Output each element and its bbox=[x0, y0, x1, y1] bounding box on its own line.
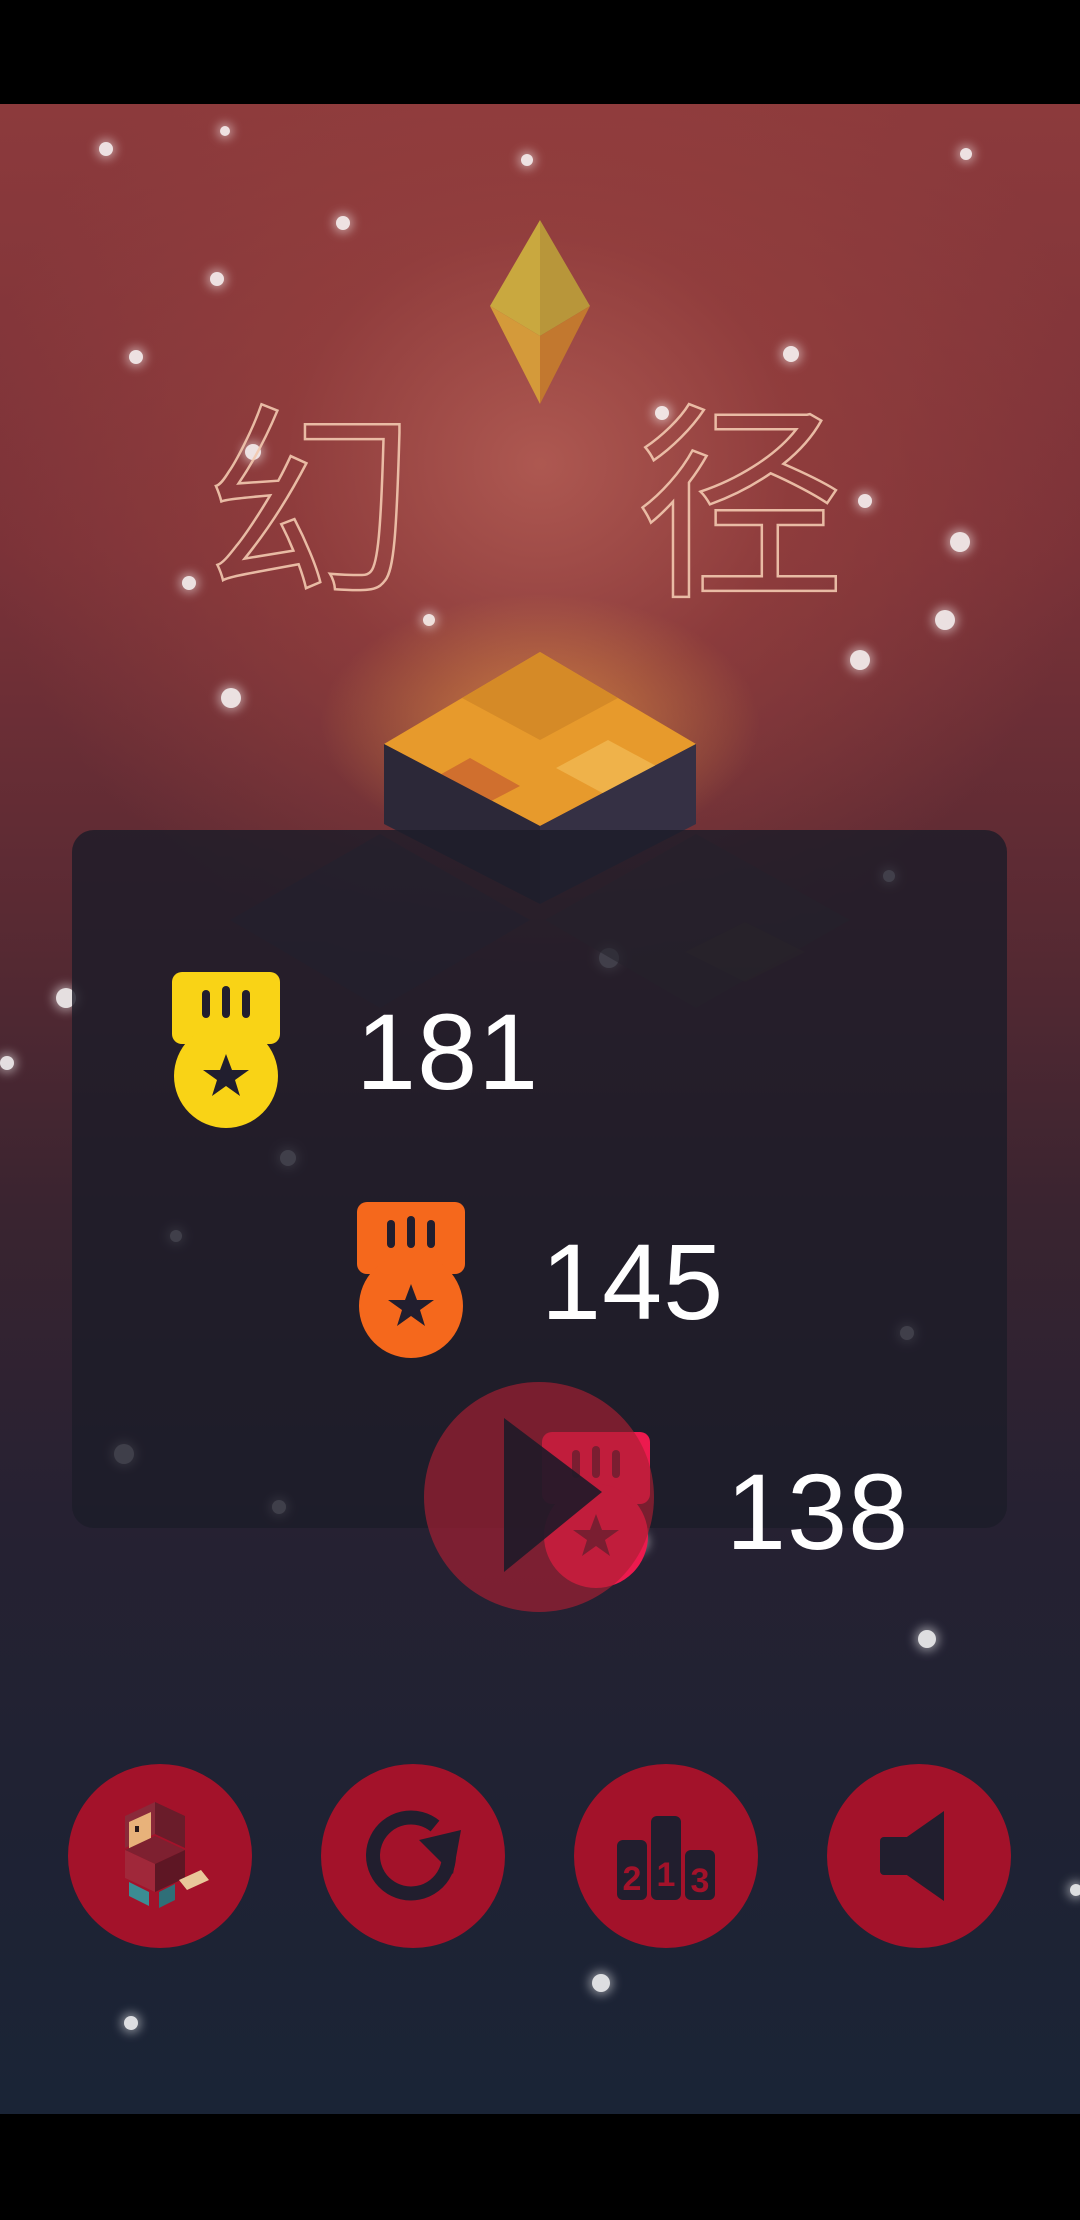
restart-button[interactable] bbox=[321, 1764, 505, 1948]
play-button[interactable] bbox=[424, 1382, 654, 1612]
snow-particle bbox=[124, 2016, 138, 2030]
score-row-silver: 145 bbox=[357, 1202, 724, 1362]
gold-score-value: 181 bbox=[356, 991, 540, 1112]
sound-button[interactable] bbox=[827, 1764, 1011, 1948]
leaderboard-digit-3: 3 bbox=[691, 1862, 710, 1900]
snow-particle bbox=[918, 1630, 936, 1648]
speaker-icon bbox=[880, 1811, 944, 1901]
silver-medal-icon bbox=[357, 1202, 465, 1358]
bronze-score-value: 138 bbox=[726, 1451, 910, 1572]
gold-medal-icon bbox=[172, 972, 280, 1128]
silver-score-value: 145 bbox=[541, 1221, 725, 1342]
snow-particle bbox=[592, 1974, 610, 1992]
leaderboard-button[interactable]: 2 1 3 bbox=[574, 1764, 758, 1948]
character-icon bbox=[125, 1802, 209, 1908]
restart-icon bbox=[366, 1810, 461, 1901]
game-scene: 幻 径 181 145 138 2 1 3 bbox=[0, 104, 1080, 2114]
snow-particle bbox=[1070, 1884, 1080, 1896]
character-button[interactable] bbox=[68, 1764, 252, 1948]
leaderboard-digit-1: 1 bbox=[657, 1856, 676, 1894]
status-bar bbox=[0, 0, 1080, 104]
leaderboard-digit-2: 2 bbox=[623, 1860, 642, 1898]
navigation-bar bbox=[0, 2114, 1080, 2220]
leaderboard-icon: 2 1 3 bbox=[617, 1816, 715, 1900]
score-row-gold: 181 bbox=[172, 972, 539, 1132]
play-icon bbox=[504, 1418, 602, 1572]
